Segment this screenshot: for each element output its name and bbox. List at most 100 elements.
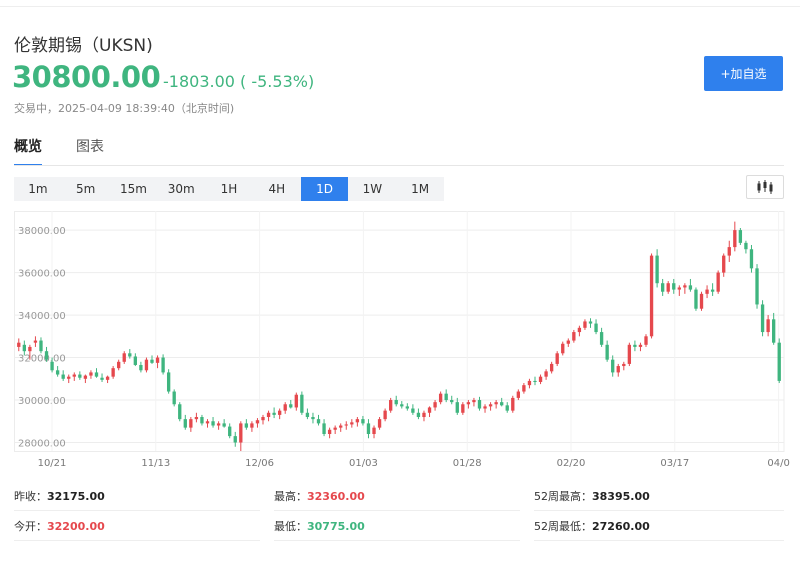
candle-body bbox=[394, 400, 398, 405]
candle-body bbox=[411, 408, 415, 413]
candle-body bbox=[599, 332, 604, 345]
y-tick-label: 36000.00 bbox=[18, 269, 66, 280]
period-1m[interactable]: 1m bbox=[14, 177, 62, 201]
x-tick-label: 04/0 bbox=[767, 458, 789, 469]
stat-value: 30775.00 bbox=[307, 520, 365, 533]
stat-open: 今开：32200.00 bbox=[14, 518, 105, 534]
candle-body bbox=[55, 370, 60, 375]
period-1w[interactable]: 1W bbox=[348, 177, 396, 201]
candle-body bbox=[250, 423, 254, 428]
candle-body bbox=[277, 410, 282, 415]
stat-value: 32200.00 bbox=[47, 520, 105, 533]
candle-body bbox=[327, 429, 332, 435]
x-tick-label: 10/21 bbox=[38, 458, 67, 469]
candle-body bbox=[105, 376, 110, 380]
candle-body bbox=[178, 404, 182, 420]
candle-body bbox=[649, 255, 654, 337]
price-chart[interactable]: 38000.00 36000.00 34000.00 32000.00 30000.00… bbox=[14, 211, 800, 471]
candle-body bbox=[666, 283, 670, 292]
x-tick-label: 03/17 bbox=[660, 458, 689, 469]
candle-body bbox=[333, 427, 337, 430]
candle-body bbox=[355, 419, 360, 423]
candle-body bbox=[194, 417, 199, 420]
candle-body bbox=[572, 332, 576, 341]
candle-body bbox=[422, 412, 426, 418]
candle-body bbox=[216, 423, 221, 426]
candle-body bbox=[594, 323, 598, 333]
period-1d[interactable]: 1D bbox=[300, 177, 349, 201]
chart-type-button[interactable] bbox=[746, 175, 784, 199]
candle-body bbox=[466, 402, 471, 405]
candle-body bbox=[272, 412, 276, 415]
tab-overview[interactable]: 概览 bbox=[14, 136, 42, 166]
trading-status: 交易中，2025-04-09 18:39:40（北京时间) bbox=[14, 102, 235, 115]
candle-body bbox=[644, 336, 648, 345]
stat-label: 最低： bbox=[274, 520, 307, 533]
candle-body bbox=[611, 359, 615, 373]
candle-body bbox=[738, 230, 743, 243]
candle-body bbox=[427, 407, 432, 413]
candle-body bbox=[205, 421, 210, 424]
candle-body bbox=[488, 404, 493, 407]
candle-body bbox=[672, 283, 676, 290]
candle-body bbox=[78, 374, 82, 378]
candle-body bbox=[577, 327, 582, 333]
stats-row-2: 今开：32200.00 最低：30775.00 52周最低：27260.00 bbox=[14, 512, 784, 542]
candle-body bbox=[655, 255, 659, 284]
stat-label: 今开： bbox=[14, 520, 47, 533]
period-1h[interactable]: 1H bbox=[205, 177, 253, 201]
main-tabs: 概览 图表 bbox=[14, 136, 104, 166]
candle-body bbox=[377, 419, 382, 428]
candle-body bbox=[455, 402, 459, 413]
candle-body bbox=[17, 342, 21, 347]
candle-body bbox=[22, 344, 26, 352]
candle-body bbox=[444, 393, 448, 401]
period-1mo[interactable]: 1M bbox=[396, 177, 444, 201]
period-selector: 1m 5m 15m 30m 1H 4H 1D 1W 1M bbox=[14, 177, 444, 201]
stat-divider bbox=[534, 540, 784, 541]
candlestick-chart: 38000.00 36000.00 34000.00 32000.00 30000.00… bbox=[14, 211, 790, 469]
candle-body bbox=[733, 230, 737, 248]
candle-body bbox=[494, 402, 498, 405]
candle-body bbox=[172, 391, 176, 405]
candle-body bbox=[311, 417, 315, 420]
candle-body bbox=[144, 359, 149, 371]
period-15m[interactable]: 15m bbox=[110, 177, 158, 201]
candle-body bbox=[683, 285, 687, 288]
candle-body bbox=[122, 353, 126, 362]
add-watchlist-button[interactable]: +加自选 bbox=[704, 56, 783, 91]
candle-body bbox=[561, 343, 565, 354]
period-4h[interactable]: 4H bbox=[253, 177, 301, 201]
candle-body bbox=[605, 344, 609, 360]
candle-body bbox=[416, 412, 421, 418]
candle-body bbox=[200, 417, 204, 424]
candle-body bbox=[244, 423, 249, 428]
period-5m[interactable]: 5m bbox=[62, 177, 110, 201]
stat-label: 昨收： bbox=[14, 490, 47, 503]
candle-body bbox=[28, 346, 32, 352]
candle-body bbox=[300, 394, 304, 413]
candle-body bbox=[749, 249, 754, 269]
stat-52w-high: 52周最高：38395.00 bbox=[534, 488, 650, 504]
stat-divider bbox=[14, 510, 260, 511]
candle-body bbox=[722, 255, 726, 273]
stat-label: 最高： bbox=[274, 490, 307, 503]
stat-divider bbox=[14, 540, 260, 541]
period-30m[interactable]: 30m bbox=[157, 177, 205, 201]
x-tick-label: 01/28 bbox=[453, 458, 482, 469]
candle-body bbox=[133, 356, 138, 365]
stat-prev-close: 昨收：32175.00 bbox=[14, 488, 105, 504]
candle-body bbox=[366, 423, 371, 435]
candle-body bbox=[255, 420, 260, 424]
x-tick-label: 02/20 bbox=[557, 458, 586, 469]
candle-body bbox=[555, 353, 559, 364]
candle-body bbox=[511, 397, 515, 411]
top-divider bbox=[0, 6, 800, 7]
candlestick-icon bbox=[757, 180, 773, 194]
candle-body bbox=[744, 242, 748, 250]
candle-body bbox=[566, 340, 570, 344]
candle-body bbox=[588, 321, 593, 324]
tab-chart[interactable]: 图表 bbox=[76, 136, 104, 166]
x-tick-label: 12/06 bbox=[245, 458, 274, 469]
candle-body bbox=[183, 419, 187, 428]
